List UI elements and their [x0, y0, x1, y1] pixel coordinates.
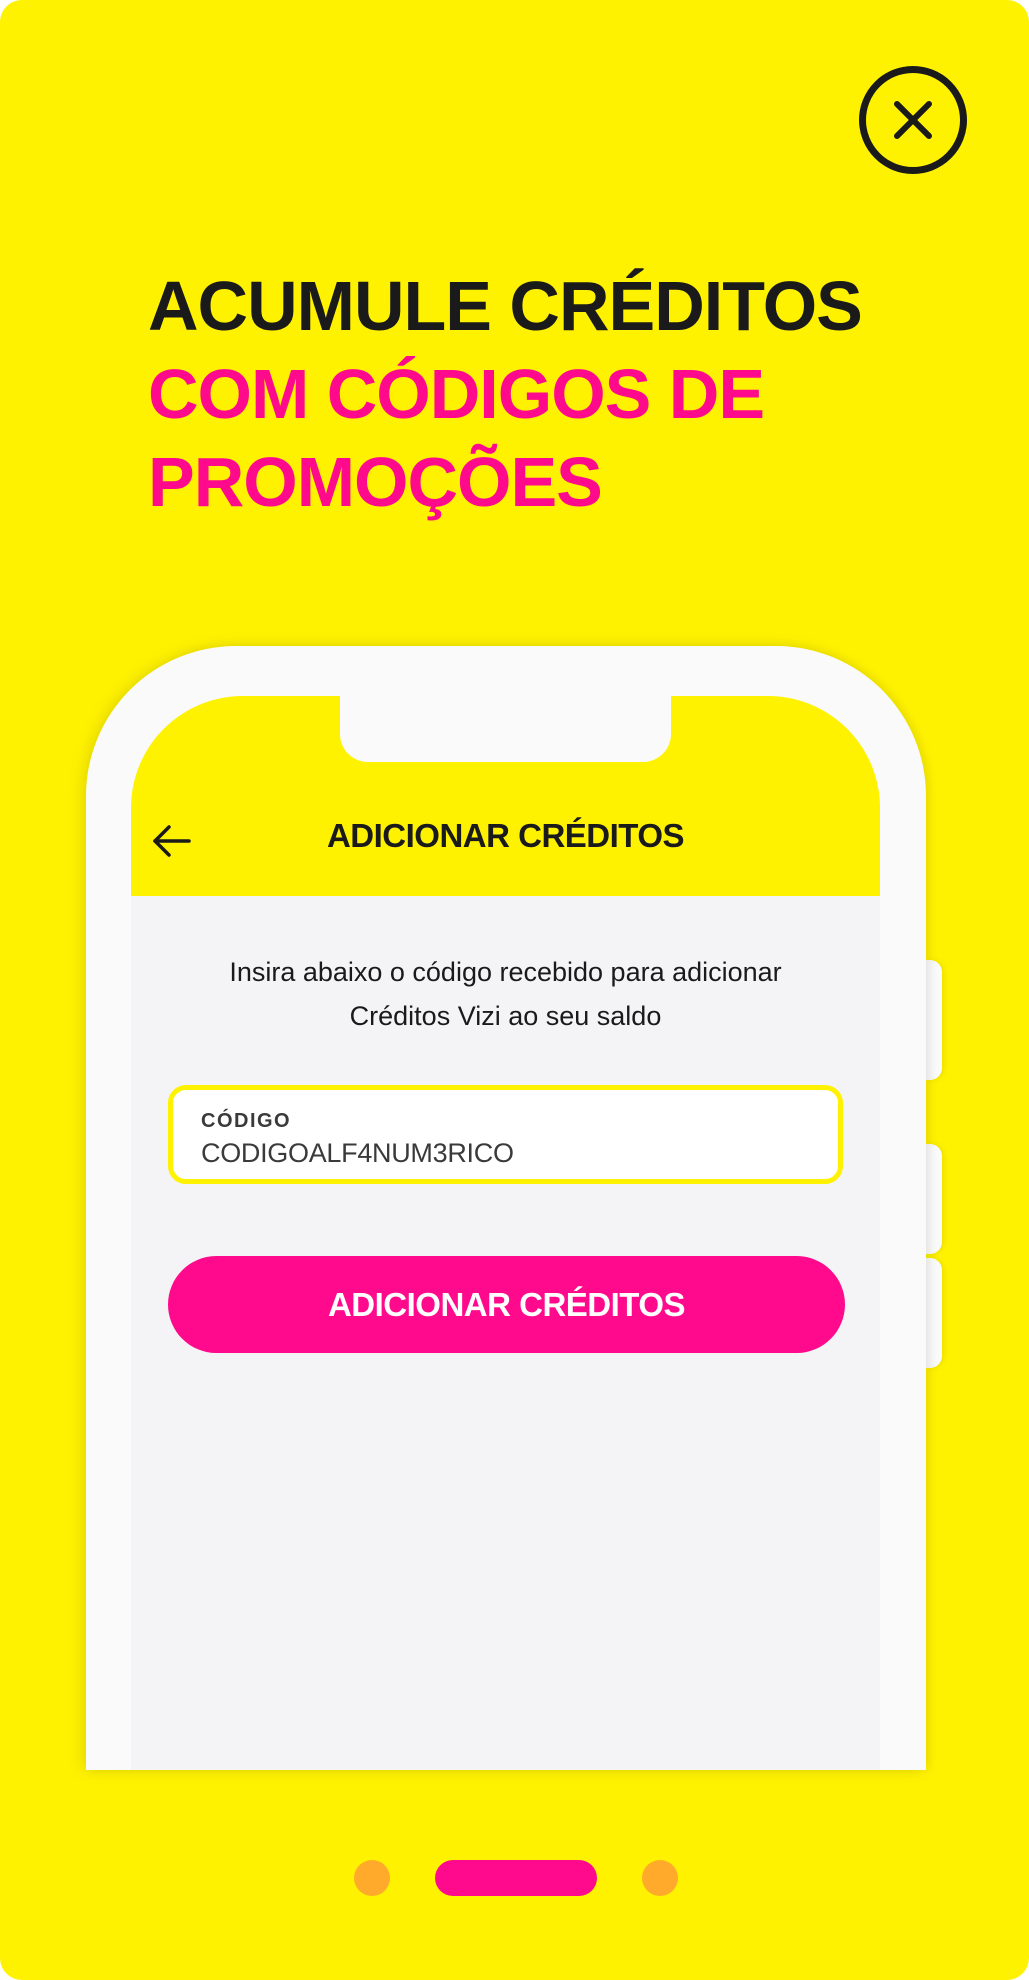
phone-side-button [926, 960, 942, 1080]
phone-screen: ADICIONAR CRÉDITOS Insira abaixo o códig… [131, 696, 880, 1770]
close-icon [894, 101, 932, 139]
pagination-dot[interactable] [642, 1860, 678, 1896]
instructions-line-1: Insira abaixo o código recebido para adi… [229, 957, 782, 987]
code-field-label: CÓDIGO [201, 1110, 292, 1132]
headline-line-3: PROMOÇÕES [148, 443, 603, 521]
onboarding-card: ACUMULE CRÉDITOS COM CÓDIGOS DE PROMOÇÕE… [0, 0, 1029, 1980]
headline-line-1: ACUMULE CRÉDITOS [148, 267, 863, 345]
close-button[interactable] [859, 66, 967, 174]
instructions-line-2: Créditos Vizi ao seu saldo [349, 1001, 662, 1031]
headline: ACUMULE CRÉDITOS COM CÓDIGOS DE PROMOÇÕE… [148, 262, 863, 526]
phone-notch [340, 696, 671, 762]
app-header: ADICIONAR CRÉDITOS [131, 696, 880, 896]
headline-line-2: COM CÓDIGOS DE [148, 355, 765, 433]
add-credits-button[interactable]: ADICIONAR CRÉDITOS [168, 1256, 845, 1353]
code-field-value[interactable]: CODIGOALF4NUM3RICO [201, 1138, 514, 1169]
pagination-dots [0, 1860, 1029, 1896]
code-input-field[interactable]: CÓDIGO CODIGOALF4NUM3RICO [168, 1085, 843, 1184]
phone-side-button [926, 1144, 942, 1254]
pagination-dot[interactable] [354, 1860, 390, 1896]
pagination-dot-active[interactable] [435, 1860, 597, 1896]
app-header-title: ADICIONAR CRÉDITOS [326, 817, 685, 854]
phone-side-button [926, 1258, 942, 1368]
instructions-text: Insira abaixo o código recebido para adi… [171, 950, 840, 1038]
